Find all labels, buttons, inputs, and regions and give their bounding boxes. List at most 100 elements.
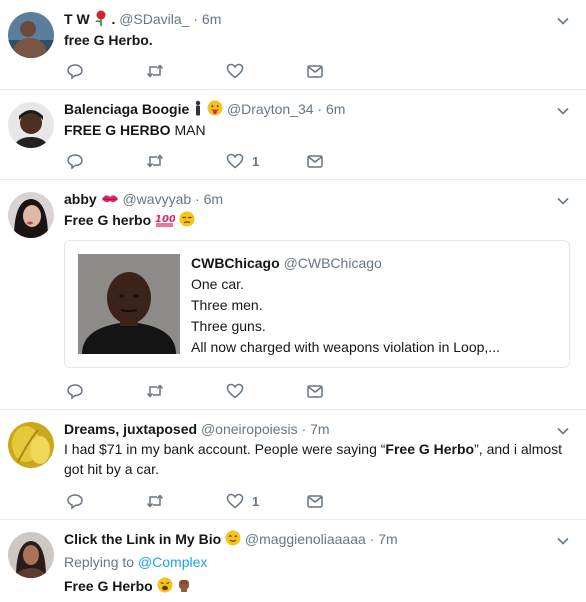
tweet-header: T W . @SDavila_ · 6m: [64, 10, 221, 30]
heart-icon: [226, 153, 244, 169]
envelope-icon: [307, 385, 323, 398]
separator-dot: ·: [317, 101, 323, 117]
tweet-header: Balenciaga Boogie @Drayton_34 · 6m: [64, 100, 345, 120]
heart-icon: [226, 63, 244, 79]
direct-message-button[interactable]: [306, 380, 324, 402]
kiss-mark-emoji-icon: [101, 191, 119, 209]
timestamp[interactable]: 6m: [204, 191, 223, 207]
retweet-button[interactable]: [146, 380, 164, 402]
tweet-text-rest: MAN: [170, 122, 206, 138]
quoted-tweet-line: All now charged with weapons violation i…: [191, 339, 500, 355]
replying-to-handle-link[interactable]: @Complex: [138, 554, 207, 570]
reply-icon: [67, 154, 83, 170]
timestamp[interactable]: 6m: [202, 11, 221, 27]
tweet[interactable]: Click the Link in My Bio @maggienoliaaaa…: [0, 520, 586, 602]
reply-button[interactable]: [66, 380, 84, 402]
separator-dot: ·: [195, 191, 200, 207]
display-name[interactable]: T W: [64, 11, 90, 27]
user-handle[interactable]: @maggienoliaaaaa: [245, 531, 366, 547]
tweet-text: Free G Herbo: [64, 576, 192, 598]
separator-dot: ·: [193, 11, 199, 27]
user-handle[interactable]: @wavyyab: [122, 191, 191, 207]
chevron-down-icon[interactable]: [556, 14, 570, 28]
heart-icon: [226, 383, 244, 399]
like-count: 1: [252, 153, 260, 169]
reply-button[interactable]: [66, 490, 84, 512]
rose-emoji-icon: [94, 10, 108, 30]
timestamp[interactable]: 7m: [310, 421, 329, 437]
avatar[interactable]: [8, 422, 54, 468]
tweet-header: Click the Link in My Bio @maggienoliaaaa…: [64, 530, 398, 550]
chevron-down-icon[interactable]: [556, 104, 570, 118]
tweet-text-bold: FREE G HERBO: [64, 122, 171, 138]
tweet-text-bold: Free G Herbo: [385, 441, 475, 457]
quoted-tweet-card[interactable]: CWBChicago @CWBChicago One car. Three me…: [64, 240, 570, 368]
tweet[interactable]: Balenciaga Boogie @Drayton_34 · 6m FREE …: [0, 90, 586, 180]
tweet-text-bold: Free G herbo: [64, 212, 152, 228]
avatar[interactable]: [8, 102, 54, 148]
direct-message-button[interactable]: [306, 490, 324, 512]
timestamp[interactable]: 7m: [378, 531, 397, 547]
like-button[interactable]: [226, 380, 252, 402]
retweet-icon: [146, 494, 164, 508]
retweet-icon: [146, 154, 164, 168]
reply-icon: [67, 64, 83, 80]
tweet-text: FREE G HERBO MAN: [64, 120, 206, 140]
quoted-tweet-image[interactable]: [78, 254, 180, 354]
like-button[interactable]: 1: [226, 150, 259, 172]
raised-fist-emoji-icon: [176, 577, 192, 598]
tweet[interactable]: T W . @SDavila_ · 6m free G Herbo.: [0, 0, 586, 90]
retweet-button[interactable]: [146, 490, 164, 512]
retweet-button[interactable]: [146, 150, 164, 172]
user-handle[interactable]: @SDavila_: [119, 11, 189, 27]
tweet-text-part: ”, and i almost: [474, 441, 563, 457]
envelope-icon: [307, 155, 323, 168]
user-handle[interactable]: @oneiropoiesis: [201, 421, 298, 437]
reply-button[interactable]: [66, 60, 84, 82]
unamused-face-emoji-icon: [179, 211, 195, 232]
person-standing-emoji-icon: [193, 100, 203, 120]
tweet-text: I had $71 in my bank account. People wer…: [64, 439, 574, 479]
replying-to: Replying to @Complex: [64, 554, 207, 570]
display-name[interactable]: Balenciaga Boogie: [64, 101, 189, 117]
display-name[interactable]: Click the Link in My Bio: [64, 531, 221, 547]
retweet-icon: [146, 64, 164, 78]
tweet-header: abby @wavyyab · 6m: [64, 190, 223, 209]
like-button[interactable]: [226, 60, 252, 82]
quoted-display-name[interactable]: CWBChicago: [191, 255, 280, 271]
avatar[interactable]: [8, 12, 54, 58]
direct-message-button[interactable]: [306, 150, 324, 172]
reply-button[interactable]: [66, 150, 84, 172]
hundred-points-emoji-icon: 100: [155, 211, 176, 232]
tweet-text-bold: free G Herbo.: [64, 32, 153, 48]
heart-icon: [226, 493, 244, 509]
avatar[interactable]: [8, 192, 54, 238]
avatar[interactable]: [8, 532, 54, 578]
winking-face-emoji-icon: [225, 530, 241, 550]
tongue-face-emoji-icon: [207, 100, 223, 120]
tweet[interactable]: abby @wavyyab · 6m Free G herbo 100 CWBC…: [0, 180, 586, 410]
retweet-button[interactable]: [146, 60, 164, 82]
separator-dot: ·: [301, 421, 307, 437]
tweet[interactable]: Dreams, juxtaposed @oneiropoiesis · 7m I…: [0, 410, 586, 520]
envelope-icon: [307, 65, 323, 78]
display-name[interactable]: Dreams, juxtaposed: [64, 421, 197, 437]
retweet-icon: [146, 384, 164, 398]
quoted-user-handle[interactable]: @CWBChicago: [284, 255, 382, 271]
like-button[interactable]: 1: [226, 490, 259, 512]
timestamp[interactable]: 6m: [326, 101, 345, 117]
svg-text:100: 100: [155, 214, 175, 225]
direct-message-button[interactable]: [306, 60, 324, 82]
chevron-down-icon[interactable]: [556, 424, 570, 438]
chevron-down-icon[interactable]: [556, 534, 570, 548]
reply-icon: [67, 384, 83, 400]
display-name[interactable]: abby: [64, 191, 97, 207]
tweet-text-part: got hit by a car.: [64, 461, 159, 477]
tweet-header: Dreams, juxtaposed @oneiropoiesis · 7m: [64, 420, 330, 438]
user-handle[interactable]: @Drayton_34: [227, 101, 314, 117]
tweet-text-bold: Free G Herbo: [64, 578, 153, 594]
display-name-suffix: .: [111, 11, 116, 27]
quoted-tweet-header: CWBChicago @CWBChicago: [191, 255, 382, 271]
chevron-down-icon[interactable]: [556, 194, 570, 208]
tweet-text-part: I had $71 in my bank account. People wer…: [64, 441, 386, 457]
